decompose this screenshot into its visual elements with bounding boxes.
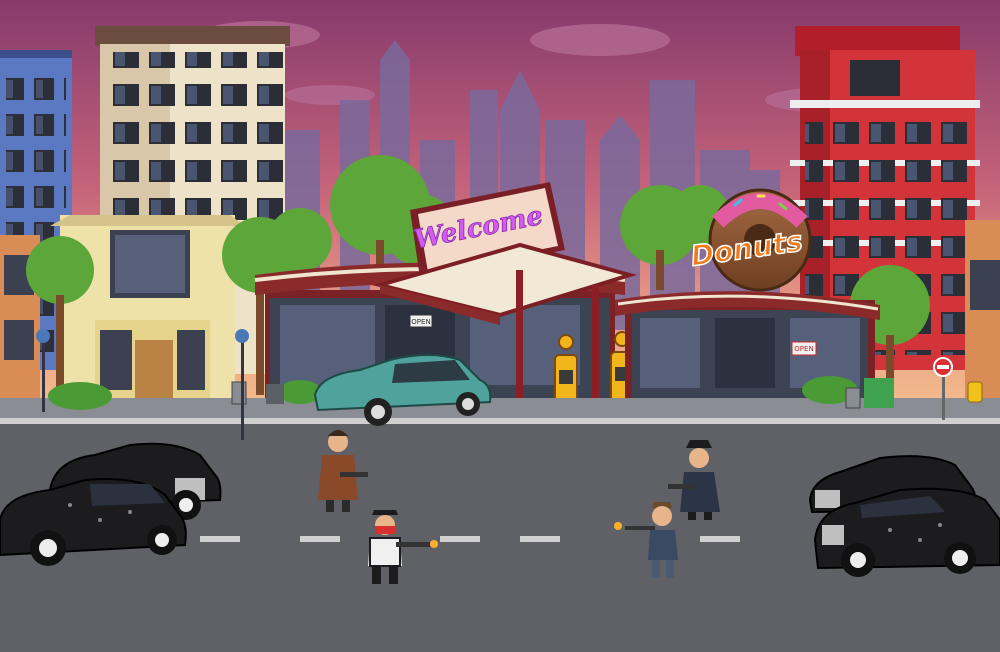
donut-open-text: OPEN (794, 345, 813, 353)
right-edge-building (965, 220, 1000, 405)
station-open-text: OPEN (411, 318, 430, 326)
fire-hydrant (967, 381, 983, 403)
scene-canvas: Welcome OPEN Donuts OPEN (0, 0, 1000, 652)
curb (0, 418, 1000, 424)
game-scene: Welcome OPEN Donuts OPEN (0, 0, 1000, 652)
